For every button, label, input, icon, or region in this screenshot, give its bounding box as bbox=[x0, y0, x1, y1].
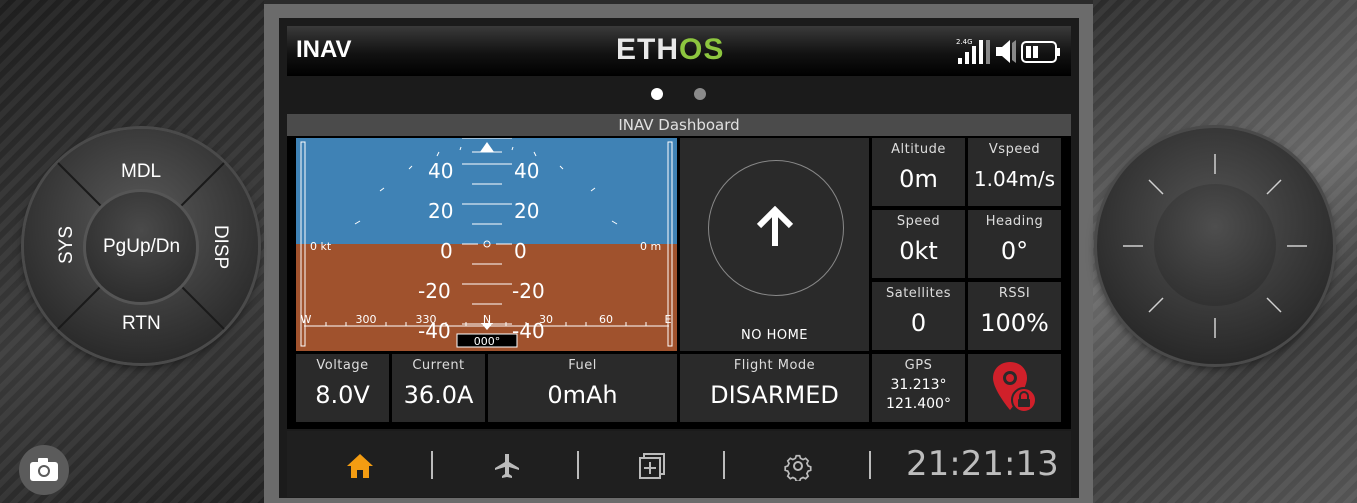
altitude-cell: Altitude 0m bbox=[872, 138, 965, 206]
nav-separator bbox=[723, 451, 725, 479]
pitch-label-right: 20 bbox=[514, 199, 539, 223]
home-status: NO HOME bbox=[740, 328, 809, 343]
stat-label: Voltage bbox=[316, 358, 369, 373]
stat-label: Fuel bbox=[568, 358, 597, 373]
pitch-label-left: 20 bbox=[428, 199, 453, 223]
stat-value: 0mAh bbox=[547, 381, 618, 409]
stat-value: 0kt bbox=[899, 237, 938, 265]
arrow-up-icon bbox=[756, 206, 794, 246]
compass-tick-label: W bbox=[301, 313, 312, 326]
mdl-button[interactable]: MDL bbox=[121, 161, 161, 183]
camera-icon bbox=[30, 458, 58, 481]
disp-button[interactable]: DISP bbox=[209, 225, 231, 269]
stat-label: Satellites bbox=[885, 286, 952, 301]
speaker-icon bbox=[996, 40, 1016, 63]
gps-lock-cell bbox=[968, 354, 1061, 422]
pitch-label-left: 40 bbox=[428, 159, 453, 183]
speed-cell: Speed 0kt bbox=[872, 210, 965, 278]
stat-label: Current bbox=[412, 358, 465, 373]
home-direction-panel: NO HOME bbox=[680, 138, 869, 351]
pitch-label-right: -20 bbox=[512, 279, 545, 303]
page-dot-active[interactable] bbox=[651, 88, 663, 100]
stat-value: 0 bbox=[910, 309, 927, 337]
stat-value: 36.0A bbox=[403, 381, 474, 409]
rssi-cell: RSSI 100% bbox=[968, 282, 1061, 350]
stat-label: Flight Mode bbox=[733, 358, 816, 373]
speed-readout: 0 kt bbox=[310, 240, 332, 253]
altitude-readout: 0 m bbox=[640, 240, 661, 253]
nav-separator bbox=[869, 451, 871, 479]
stat-value: 100% bbox=[980, 309, 1049, 337]
battery-icon bbox=[1021, 41, 1060, 63]
airplane-icon[interactable] bbox=[492, 451, 522, 481]
home-icon[interactable] bbox=[345, 451, 375, 481]
stat-label: Speed bbox=[896, 214, 941, 229]
stat-label: Altitude bbox=[891, 142, 946, 157]
compass-tick-label: 60 bbox=[599, 313, 613, 326]
gps-lat: 31.213° bbox=[890, 377, 947, 393]
clock: 21:21:13 bbox=[906, 444, 1059, 484]
dashboard-title: INAV Dashboard bbox=[287, 114, 1071, 136]
heading-box: 000° bbox=[474, 335, 501, 348]
stat-label: Vspeed bbox=[988, 142, 1041, 157]
gps-cell: GPS 31.213° 121.400° bbox=[872, 354, 965, 422]
screenshot-button[interactable] bbox=[19, 445, 69, 495]
ethos-logo: ETHOS bbox=[616, 33, 724, 67]
sys-button[interactable]: SYS bbox=[56, 226, 78, 264]
location-lock-icon bbox=[993, 362, 1037, 413]
pitch-label-right: 40 bbox=[514, 159, 539, 183]
attitude-indicator: 40 40 20 20 0 0 -20 -20 -40 -40 0 kt 0 m… bbox=[296, 138, 677, 351]
stat-value: DISARMED bbox=[710, 381, 839, 409]
compass-tick-label: E bbox=[665, 313, 672, 326]
rf-band-label: 2.4G bbox=[956, 38, 973, 46]
pitch-label-right: 0 bbox=[514, 239, 527, 263]
pitch-label-left: -20 bbox=[418, 279, 451, 303]
logo-text-accent: OS bbox=[679, 33, 725, 66]
current-cell: Current 36.0A bbox=[392, 354, 485, 422]
stat-value: 1.04m/s bbox=[973, 167, 1056, 191]
stat-value: 8.0V bbox=[315, 381, 370, 409]
fuel-cell: Fuel 0mAh bbox=[488, 354, 677, 422]
gear-icon[interactable] bbox=[783, 451, 813, 483]
flight-mode-cell: Flight Mode DISARMED bbox=[680, 354, 869, 422]
stat-value: 0° bbox=[1000, 237, 1029, 265]
gps-lon: 121.400° bbox=[886, 396, 951, 412]
pgup-dn-label: PgUp/Dn bbox=[103, 236, 181, 257]
stat-label: RSSI bbox=[998, 286, 1031, 301]
nav-separator bbox=[577, 451, 579, 479]
compass-tick-label: 30 bbox=[539, 313, 553, 326]
vspeed-cell: Vspeed 1.04m/s bbox=[968, 138, 1061, 206]
voltage-cell: Voltage 8.0V bbox=[296, 354, 389, 422]
compass-tick-label: 330 bbox=[416, 313, 437, 326]
rotary-encoder-center[interactable] bbox=[1154, 184, 1276, 306]
signal-icon: 2.4G bbox=[956, 38, 990, 64]
page-dot[interactable] bbox=[694, 88, 706, 100]
widgets-icon[interactable] bbox=[637, 451, 667, 481]
stat-value: 0m bbox=[899, 165, 938, 193]
status-icons: 2.4G bbox=[956, 36, 1062, 66]
logo-text: ETH bbox=[616, 33, 679, 66]
stat-label: Heading bbox=[985, 214, 1044, 229]
rtn-button[interactable]: RTN bbox=[122, 313, 161, 335]
pitch-label-left: 0 bbox=[440, 239, 453, 263]
satellites-cell: Satellites 0 bbox=[872, 282, 965, 350]
model-name[interactable]: INAV bbox=[296, 36, 352, 64]
compass-tick-label: 300 bbox=[356, 313, 377, 326]
heading-cell: Heading 0° bbox=[968, 210, 1061, 278]
nav-separator bbox=[431, 451, 433, 479]
stat-label: GPS bbox=[904, 358, 933, 373]
